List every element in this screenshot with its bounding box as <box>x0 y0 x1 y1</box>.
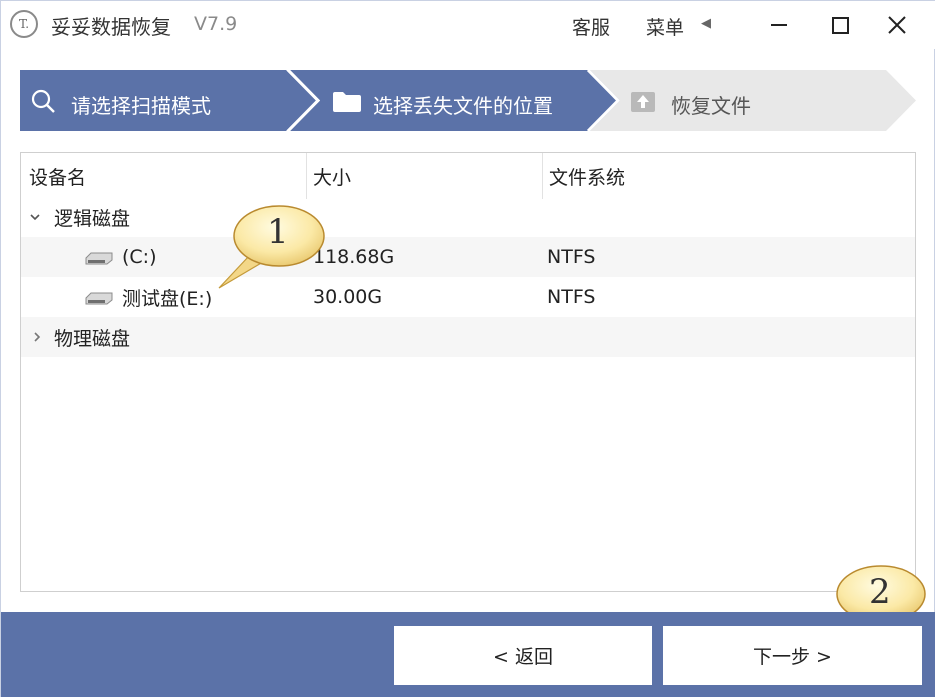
table-row-drive-e[interactable]: 测试盘(E:) 30.00G NTFS <box>21 277 915 317</box>
drive-icon <box>85 250 113 269</box>
close-button[interactable] <box>877 7 917 43</box>
app-logo-icon: T. <box>10 10 38 38</box>
callout-1-number: 1 <box>267 212 289 252</box>
device-table: 设备名 大小 文件系统 逻辑磁盘 (C:) 118.68G NTFS 测试盘(E… <box>20 152 916 592</box>
tree-group-physical-disks[interactable]: 物理磁盘 <box>21 317 915 357</box>
maximize-icon <box>831 16 849 34</box>
wizard-steps: 请选择扫描模式 选择丢失文件的位置 恢复文件 <box>20 70 916 131</box>
table-row-drive-c[interactable]: (C:) 118.68G NTFS <box>21 237 915 277</box>
column-header-file-system[interactable]: 文件系统 <box>549 153 625 199</box>
column-header-device-name[interactable]: 设备名 <box>29 153 86 199</box>
drive-icon <box>85 290 113 309</box>
close-icon <box>888 16 906 34</box>
title-bar: T. 妥妥数据恢复 V7.9 客服 菜单 ◀ <box>1 1 935 49</box>
device-name: (C:) <box>122 246 157 268</box>
footer-bar: < 返回 下一步 > <box>1 612 935 697</box>
tree-group-logical-disks[interactable]: 逻辑磁盘 <box>21 197 915 237</box>
device-filesystem: NTFS <box>547 246 596 268</box>
chevron-right-icon[interactable] <box>31 317 43 357</box>
minimize-icon <box>771 24 787 26</box>
menu-arrow-icon[interactable]: ◀ <box>701 16 711 31</box>
step-3-label: 恢复文件 <box>671 94 751 118</box>
device-name: 测试盘(E:) <box>122 287 213 310</box>
callout-2-number: 2 <box>869 572 891 612</box>
chevron-down-icon[interactable] <box>29 197 41 237</box>
tree-group-label: 物理磁盘 <box>54 327 131 350</box>
step-1-label: 请选择扫描模式 <box>71 94 211 118</box>
column-header-size[interactable]: 大小 <box>313 153 351 199</box>
device-filesystem: NTFS <box>547 286 596 308</box>
callout-1: 1 <box>211 198 331 297</box>
app-window: T. 妥妥数据恢复 V7.9 客服 菜单 ◀ 请选择扫描模式 选择丢失文件的位置… <box>0 0 935 697</box>
maximize-button[interactable] <box>820 7 860 43</box>
column-divider[interactable] <box>306 153 307 199</box>
minimize-button[interactable] <box>759 7 799 43</box>
app-title: 妥妥数据恢复 <box>51 15 171 39</box>
menu-button[interactable]: 菜单 <box>646 13 684 40</box>
app-version: V7.9 <box>194 13 238 35</box>
tree-group-label: 逻辑磁盘 <box>54 207 131 230</box>
customer-service-button[interactable]: 客服 <box>572 13 610 40</box>
back-button[interactable]: < 返回 <box>394 626 652 685</box>
next-button[interactable]: 下一步 > <box>663 626 922 685</box>
column-divider[interactable] <box>542 153 543 199</box>
step-2-label: 选择丢失文件的位置 <box>373 94 553 118</box>
